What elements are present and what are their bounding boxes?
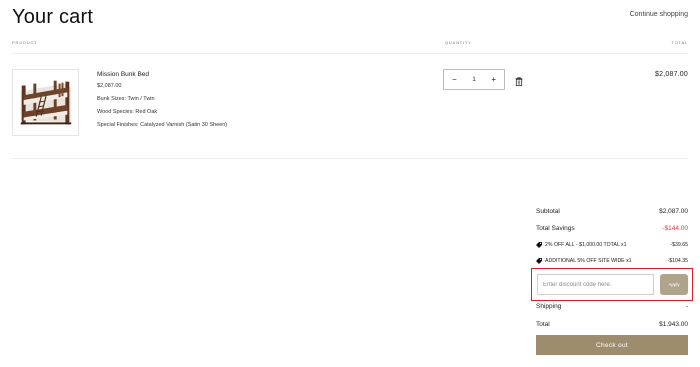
discount-code-form: Apply [531,268,693,301]
total-savings-value: -$144.00 [662,225,688,232]
option-special-finish: Special Finishes: Catalyzed Varnish (Sat… [97,121,228,128]
line-item-total: $2,087.00 [655,71,688,78]
total-label: Total [536,321,550,328]
divider [12,53,688,54]
product-image[interactable] [12,69,79,136]
page-title: Your cart [12,6,94,28]
quantity-value[interactable]: 1 [472,77,475,83]
product-price: $2,087.00 [97,83,122,89]
total-savings-row: Total Savings -$144.00 [536,225,688,232]
total-value: $1,943.00 [659,321,688,328]
option-wood-species: Wood Species: Red Oak [97,108,158,115]
quantity-stepper[interactable]: − 1 + [443,69,505,90]
checkout-button[interactable]: Check out [536,335,688,355]
total-savings-label: Total Savings [536,225,575,232]
subtotal-row: Subtotal $2,087.00 [536,208,688,215]
cart-item-details: Mission Bunk Bed $2,087.00 Bunk Sizes: T… [97,71,237,130]
shipping-row: Shipping - [536,303,688,310]
trash-icon[interactable] [515,77,523,86]
option-bunk-size: Bunk Sizes: Twin / Twin [97,95,155,102]
shipping-value: - [685,303,688,310]
decrease-quantity-button[interactable]: − [452,75,457,84]
total-row: Total $1,943.00 [536,321,688,328]
shipping-label: Shipping [536,303,562,310]
tag-icon [536,258,542,264]
tag-icon [536,242,542,248]
column-header-quantity: QUANTITY [445,40,472,45]
column-header-product: PRODUCT [12,40,38,45]
product-name[interactable]: Mission Bunk Bed [97,71,237,78]
increase-quantity-button[interactable]: + [491,75,496,84]
discount-value: -$104.35 [667,258,688,264]
divider [12,158,688,159]
apply-discount-button[interactable]: Apply [660,274,688,295]
continue-shopping-link[interactable]: Continue shopping [630,11,688,18]
column-header-total: TOTAL [671,40,688,45]
discount-label: ADDITIONAL 5% OFF SITE WIDE x1 [545,258,632,264]
discount-row: ADDITIONAL 5% OFF SITE WIDE x1 -$104.35 [536,258,688,264]
discount-value: -$39.65 [670,242,688,248]
bunk-bed-icon [13,70,78,135]
discount-label: 2% OFF ALL - $1,000.00 TOTAL x1 [545,242,627,248]
subtotal-value: $2,087.00 [659,208,688,215]
discount-row: 2% OFF ALL - $1,000.00 TOTAL x1 -$39.65 [536,242,688,248]
discount-code-input[interactable] [537,274,654,295]
subtotal-label: Subtotal [536,208,560,215]
